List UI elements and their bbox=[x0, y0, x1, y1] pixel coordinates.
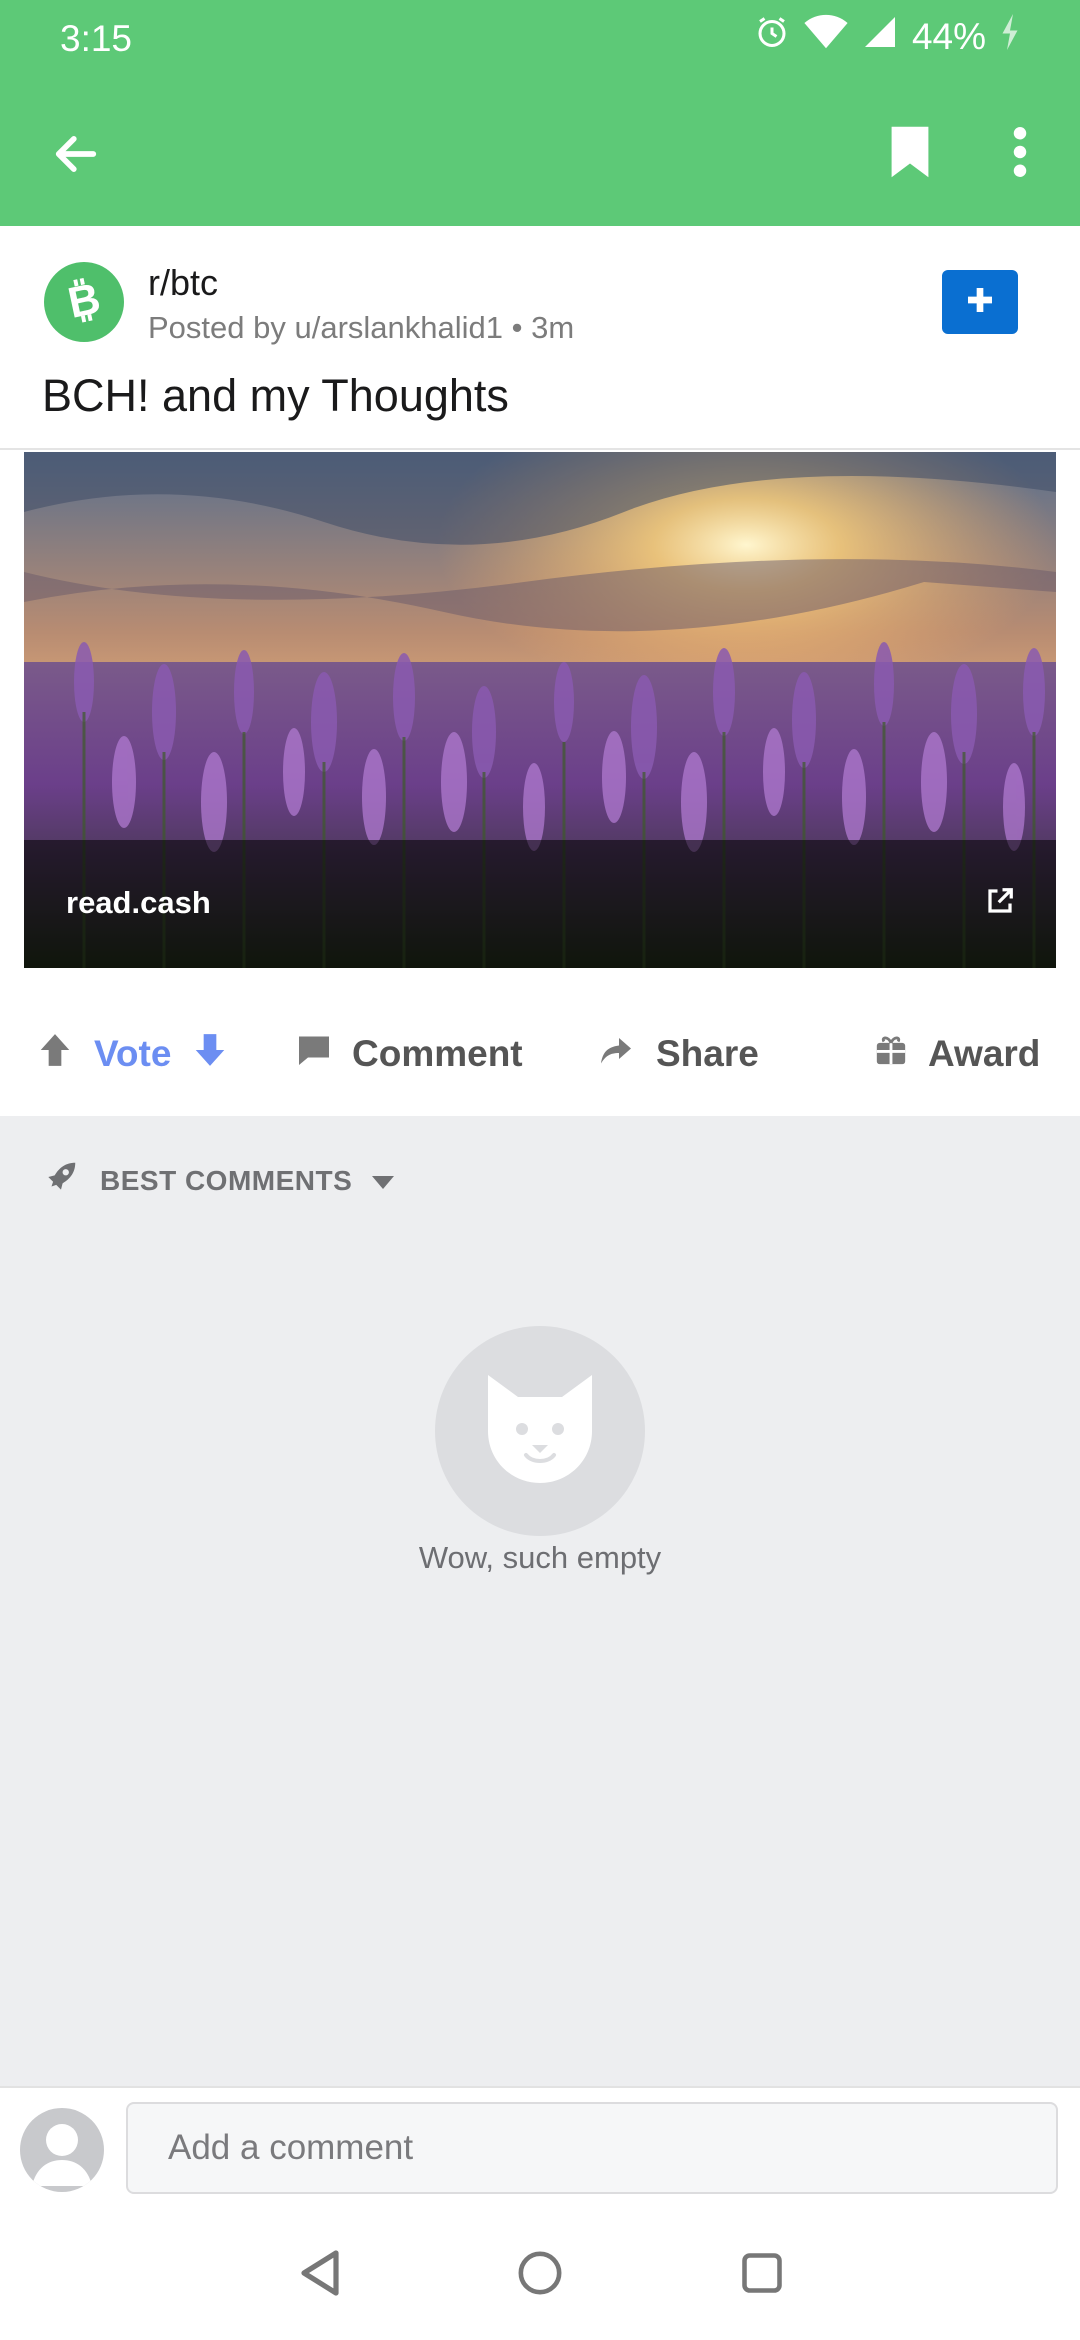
sort-label: BEST COMMENTS bbox=[100, 1164, 353, 1196]
share-button[interactable]: Share bbox=[596, 1020, 759, 1088]
cell-signal-icon bbox=[862, 14, 898, 59]
bitcoin-cash-icon: B bbox=[58, 274, 110, 331]
rocket-icon bbox=[42, 1158, 80, 1203]
vote-group: Vote bbox=[36, 1020, 229, 1088]
more-vertical-icon bbox=[1013, 126, 1027, 182]
circle-home-icon bbox=[517, 2250, 563, 2301]
subreddit-name[interactable]: r/btc bbox=[148, 262, 218, 304]
save-post-button[interactable] bbox=[875, 118, 945, 190]
upvote-button[interactable] bbox=[36, 1030, 74, 1079]
nav-recents-button[interactable] bbox=[727, 2240, 797, 2310]
comment-icon bbox=[296, 1032, 332, 1077]
alarm-icon bbox=[754, 14, 790, 59]
battery-percent: 44% bbox=[911, 15, 986, 57]
back-button[interactable] bbox=[40, 120, 112, 192]
plus-icon bbox=[964, 284, 996, 321]
award-label: Award bbox=[928, 1033, 1041, 1074]
chevron-down-icon bbox=[372, 1165, 395, 1197]
open-external-button[interactable] bbox=[980, 883, 1020, 923]
share-label: Share bbox=[656, 1033, 759, 1074]
share-icon bbox=[596, 1032, 636, 1077]
empty-state-illustration bbox=[435, 1326, 645, 1536]
link-domain[interactable]: read.cash bbox=[66, 885, 211, 921]
subreddit-avatar[interactable]: B bbox=[44, 262, 124, 342]
square-recents-icon bbox=[741, 2252, 783, 2299]
comments-section bbox=[0, 1116, 1080, 2086]
vote-count: Vote bbox=[94, 1033, 172, 1074]
arrow-left-icon bbox=[50, 128, 102, 185]
wifi-icon bbox=[804, 14, 848, 59]
gift-icon bbox=[874, 1032, 908, 1077]
add-comment-input[interactable] bbox=[126, 2102, 1058, 2194]
empty-state-text: Wow, such empty bbox=[418, 1540, 662, 1575]
bookmark-icon bbox=[887, 124, 933, 185]
nav-back-button[interactable] bbox=[285, 2240, 355, 2310]
post-title: BCH! and my Thoughts bbox=[42, 370, 509, 421]
join-subreddit-button[interactable] bbox=[942, 270, 1018, 334]
external-link-icon bbox=[985, 886, 1015, 921]
comment-label: Comment bbox=[352, 1033, 523, 1074]
status-icons: 44% bbox=[754, 14, 1020, 59]
post-meta: Posted by u/arslankhalid1 • 3m bbox=[148, 310, 575, 345]
more-options-button[interactable] bbox=[990, 118, 1050, 190]
comment-button[interactable]: Comment bbox=[296, 1020, 523, 1088]
status-time: 3:15 bbox=[60, 18, 133, 59]
nav-home-button[interactable] bbox=[505, 2240, 575, 2310]
snoo-cat-icon bbox=[480, 1371, 600, 1492]
charging-icon bbox=[1000, 14, 1020, 59]
triangle-back-icon bbox=[298, 2249, 342, 2302]
comment-sort-selector[interactable]: BEST COMMENTS bbox=[42, 1158, 395, 1203]
award-button[interactable]: Award bbox=[874, 1020, 1040, 1088]
downvote-button[interactable] bbox=[191, 1030, 229, 1079]
user-avatar[interactable] bbox=[20, 2108, 104, 2192]
